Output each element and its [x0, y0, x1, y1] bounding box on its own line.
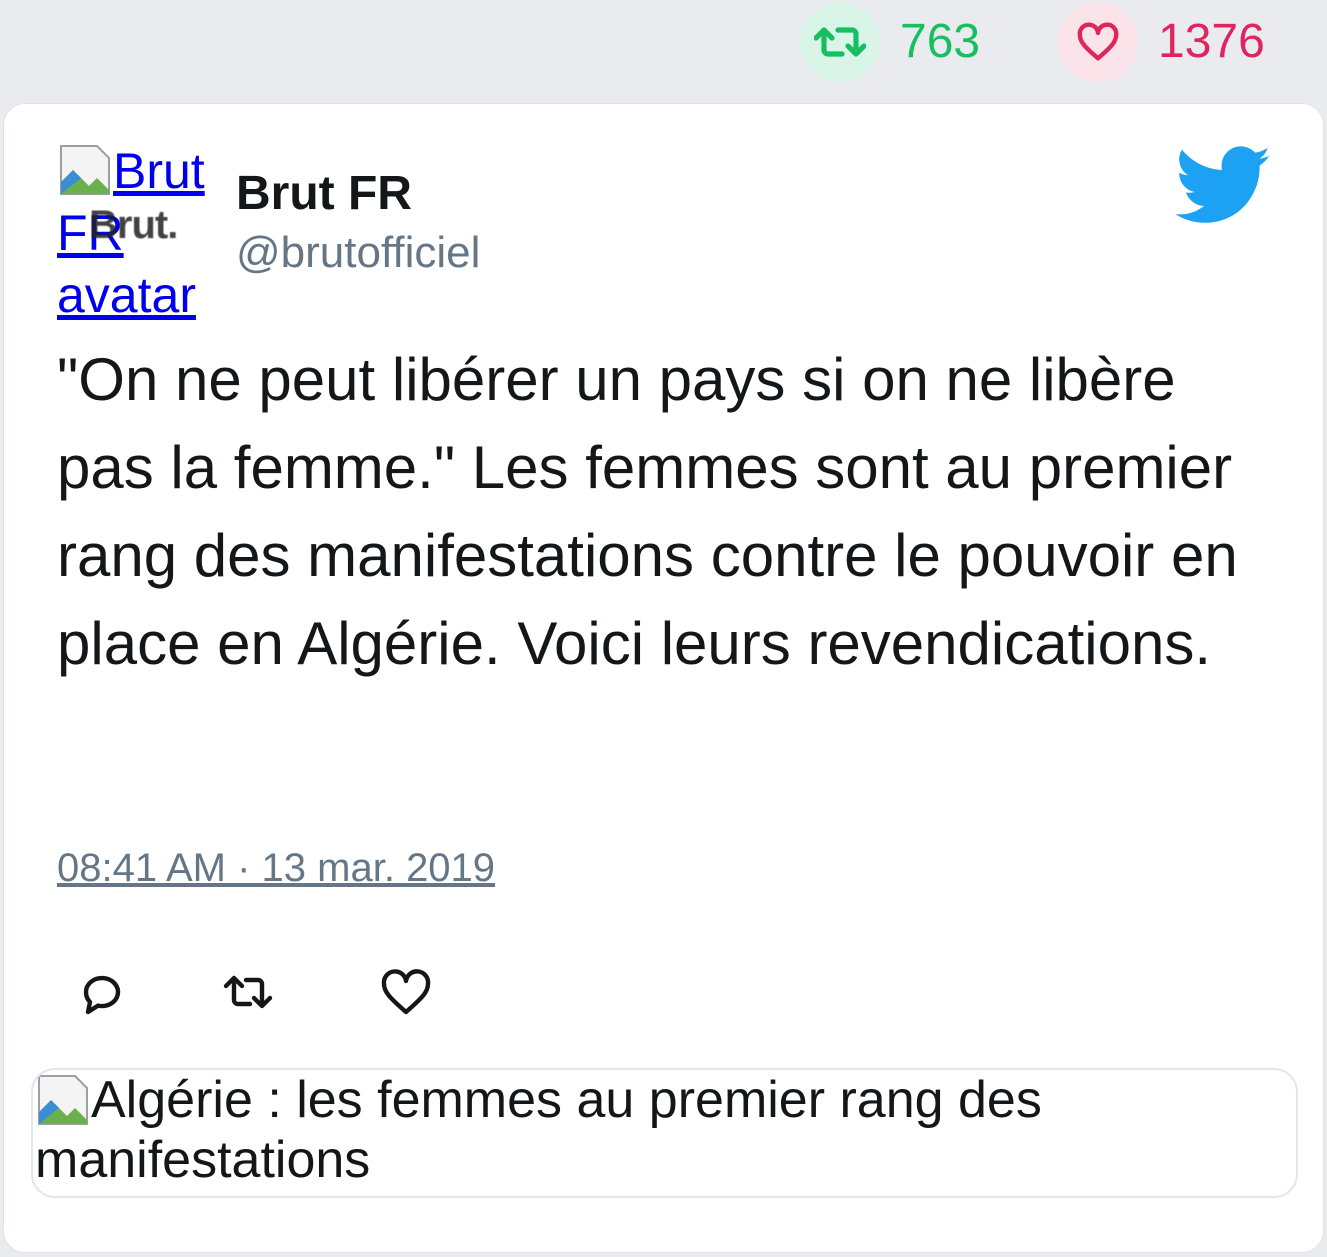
like-count: 1376	[1158, 15, 1265, 68]
link-preview-card[interactable]: Algérie : les femmes au premier rang des…	[31, 1068, 1298, 1198]
reply-icon[interactable]	[74, 964, 130, 1020]
retweet-count: 763	[900, 15, 981, 68]
broken-image-icon	[35, 1072, 91, 1128]
like-action-icon[interactable]	[378, 964, 434, 1020]
heart-icon[interactable]	[1058, 2, 1138, 82]
engagement-summary-bar: 763 1376	[0, 0, 1327, 100]
retweet-icon[interactable]	[800, 2, 880, 82]
author-display-name[interactable]: Brut FR	[236, 166, 412, 221]
tweet-timestamp[interactable]: 08:41 AM · 13 mar. 2019	[57, 846, 495, 891]
tweet-card: Brut FR avatar Brut. Brut FR @brutoffici…	[3, 103, 1324, 1253]
author-handle[interactable]: @brutofficiel	[236, 228, 480, 278]
link-card-image-alt: Algérie : les femmes au premier rang des…	[35, 1071, 1042, 1189]
retweet-action-icon[interactable]	[220, 964, 276, 1020]
like-stat[interactable]: 1376	[1058, 0, 1265, 84]
broken-image-icon	[57, 142, 113, 198]
retweet-stat[interactable]: 763	[800, 0, 980, 84]
brut-logo: Brut.	[89, 203, 178, 247]
twitter-bird-icon[interactable]	[1176, 146, 1272, 226]
author-avatar[interactable]: Brut FR avatar Brut.	[57, 140, 217, 323]
tweet-text: "On ne peut libérer un pays si on ne lib…	[57, 346, 1238, 677]
